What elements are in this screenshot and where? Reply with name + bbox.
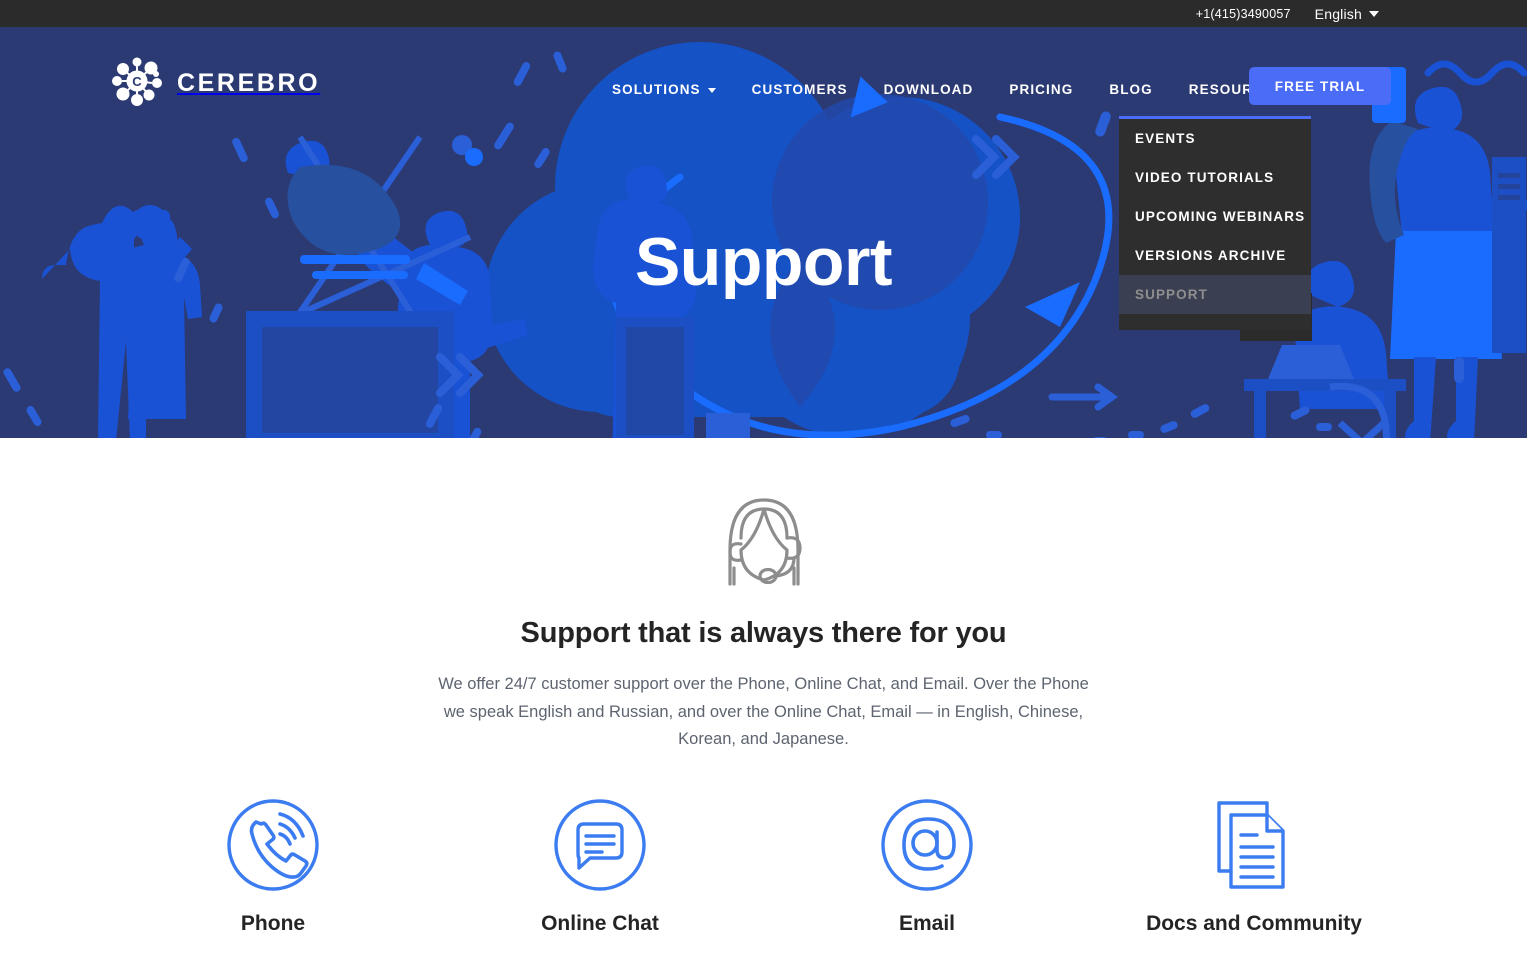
chat-bubble-circle-icon [437, 798, 764, 891]
chevron-down-icon [1369, 10, 1379, 17]
feature-label: Phone [240, 911, 306, 935]
feature-phone[interactable]: Phone [110, 798, 437, 936]
nav-item-blog[interactable]: BLOG [1109, 74, 1152, 105]
nav-item-download[interactable]: DOWNLOAD [884, 74, 974, 105]
free-trial-button[interactable]: FREE TRIAL [1249, 67, 1391, 105]
phone-number[interactable]: +1(415)3490057 [1196, 7, 1291, 21]
nav-item-pricing[interactable]: PRICING [1009, 74, 1073, 105]
nav-item-solutions[interactable]: SOLUTIONS [612, 74, 716, 105]
at-sign-circle-icon [764, 798, 1091, 891]
phone-ringing-circle-icon [110, 798, 437, 891]
feature-docs-and-community[interactable]: Docs and Community [1091, 800, 1418, 936]
chevron-down-icon [707, 88, 716, 93]
resources-dropdown-menu: EVENTS VIDEO TUTORIALS UPCOMING WEBINARS… [1119, 116, 1311, 330]
main-content: Support that is always there for you We … [0, 438, 1527, 936]
molecule-network-icon: C [110, 56, 164, 111]
feature-label: Docs and Community [1146, 911, 1362, 935]
nav-item-customers[interactable]: CUSTOMERS [752, 74, 848, 105]
brand-logo[interactable]: C CEREBRO [110, 56, 320, 111]
language-label: English [1314, 5, 1362, 22]
documents-stack-icon [1091, 800, 1418, 890]
nav-menu: SOLUTIONS CUSTOMERS DOWNLOAD PRICING BLO… [612, 74, 1300, 105]
section-heading: Support that is always there for you [520, 617, 1007, 649]
dropdown-item-versions-archive[interactable]: VERSIONS ARCHIVE [1119, 236, 1311, 275]
section-paragraph: We offer 24/7 customer support over the … [438, 675, 1089, 748]
hero-section: C CEREBRO SOLUTIONS CUSTOMERS DOWNLOAD P… [0, 27, 1527, 438]
nav-label: DOWNLOAD [883, 82, 974, 97]
support-channels-list: Phone Online Chat Email Docs and Communi… [0, 798, 1527, 936]
top-utility-bar: +1(415)3490057 English [0, 0, 1527, 27]
nav-label: BLOG [1109, 82, 1153, 97]
dropdown-item-upcoming-webinars[interactable]: UPCOMING WEBINARS [1119, 197, 1311, 236]
brand-name: CEREBRO [177, 69, 321, 97]
feature-label: Email [898, 911, 956, 935]
dropdown-item-events[interactable]: EVENTS [1119, 119, 1311, 158]
dropdown-item-video-tutorials[interactable]: VIDEO TUTORIALS [1119, 158, 1311, 197]
support-agent-headset-icon [0, 480, 1527, 590]
feature-label: Online Chat [541, 911, 659, 935]
feature-email[interactable]: Email [764, 798, 1091, 936]
dropdown-item-support[interactable]: SUPPORT [1119, 275, 1311, 314]
language-selector[interactable]: English [1315, 6, 1379, 22]
svg-text:C: C [132, 74, 142, 89]
nav-label: CUSTOMERS [751, 82, 848, 97]
nav-label: PRICING [1009, 82, 1074, 97]
feature-online-chat[interactable]: Online Chat [437, 798, 764, 936]
nav-label: SOLUTIONS [612, 82, 701, 97]
